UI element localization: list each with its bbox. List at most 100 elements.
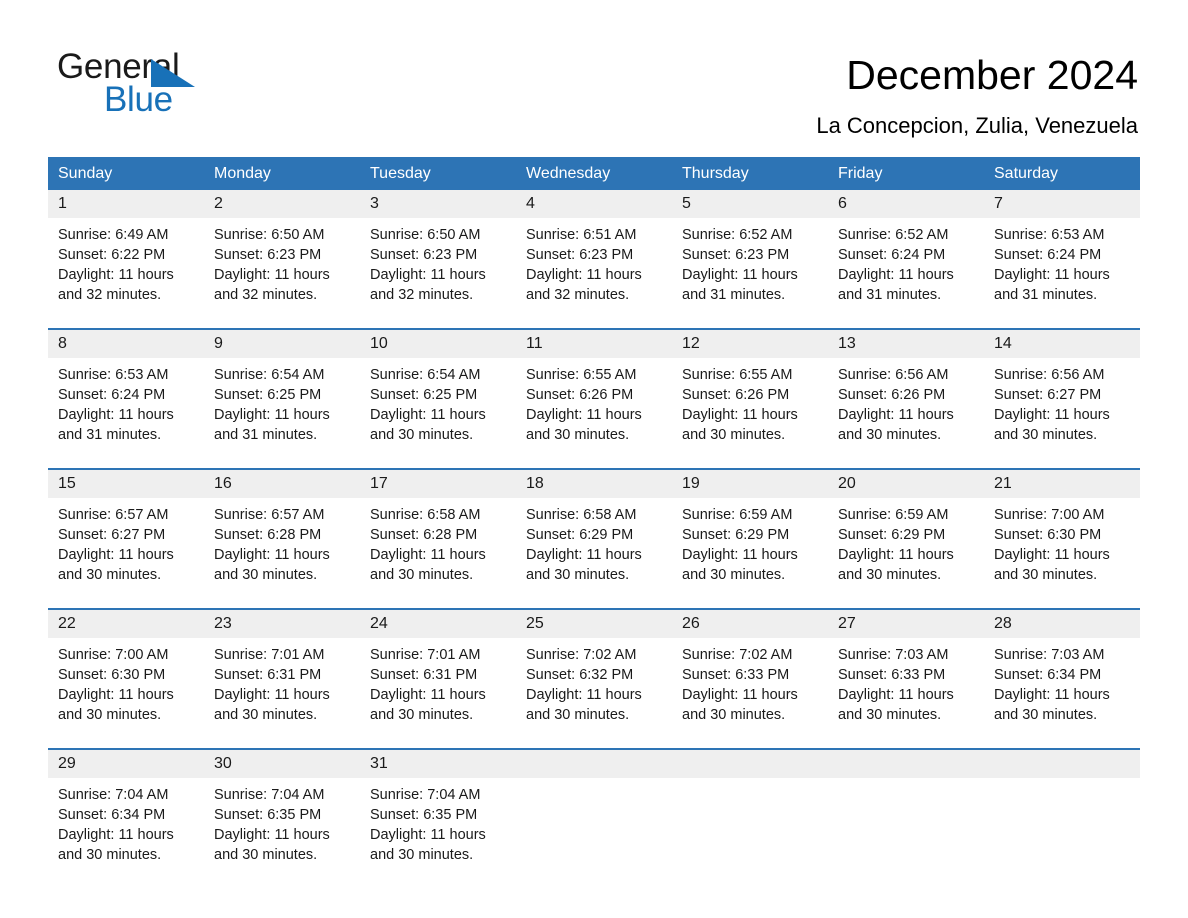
day-number-band: 14 [984, 330, 1140, 358]
calendar-day-cell[interactable]: 4 Sunrise: 6:51 AM Sunset: 6:23 PM Daylight… [516, 190, 672, 309]
calendar-day-cell-empty [516, 750, 672, 869]
day-details: Sunrise: 6:57 AM Sunset: 6:27 PM Daylight:… [48, 498, 204, 589]
day-number: 18 [526, 475, 544, 492]
day-number-band [828, 750, 984, 778]
day-number-band: 9 [204, 330, 360, 358]
sunset-text: Sunset: 6:26 PM [682, 387, 790, 403]
day-details: Sunrise: 7:01 AM Sunset: 6:31 PM Daylight:… [360, 638, 516, 729]
calendar-day-cell-empty [672, 750, 828, 869]
day-number: 1 [58, 195, 67, 212]
sunset-text: Sunset: 6:34 PM [58, 807, 166, 823]
calendar-day-cell[interactable]: 13 Sunrise: 6:56 AM Sunset: 6:26 PM Dayligh… [828, 330, 984, 449]
daylight-text: Daylight: 11 hours and 30 minutes. [58, 687, 174, 723]
calendar-day-cell[interactable]: 15 Sunrise: 6:57 AM Sunset: 6:27 PM Dayligh… [48, 470, 204, 589]
daylight-text: Daylight: 11 hours and 30 minutes. [214, 547, 330, 583]
daylight-text: Daylight: 11 hours and 30 minutes. [370, 827, 486, 863]
calendar-week-row: 15 Sunrise: 6:57 AM Sunset: 6:27 PM Dayligh… [48, 468, 1140, 589]
calendar-day-cell[interactable]: 6 Sunrise: 6:52 AM Sunset: 6:24 PM Daylight… [828, 190, 984, 309]
calendar-day-cell[interactable]: 29 Sunrise: 7:04 AM Sunset: 6:34 PM Dayligh… [48, 750, 204, 869]
day-details: Sunrise: 6:59 AM Sunset: 6:29 PM Daylight:… [828, 498, 984, 589]
sunset-text: Sunset: 6:26 PM [838, 387, 946, 403]
calendar-day-cell[interactable]: 21 Sunrise: 7:00 AM Sunset: 6:30 PM Dayligh… [984, 470, 1140, 589]
day-details [672, 778, 828, 864]
calendar-day-cell[interactable]: 5 Sunrise: 6:52 AM Sunset: 6:23 PM Daylight… [672, 190, 828, 309]
sunrise-text: Sunrise: 6:56 AM [994, 367, 1105, 383]
calendar-day-cell[interactable]: 2 Sunrise: 6:50 AM Sunset: 6:23 PM Daylight… [204, 190, 360, 309]
day-number-band: 3 [360, 190, 516, 218]
day-number-band: 5 [672, 190, 828, 218]
day-number: 25 [526, 615, 544, 632]
weekday-header-sunday: Sunday [58, 165, 113, 182]
day-number-band: 20 [828, 470, 984, 498]
sunrise-text: Sunrise: 6:59 AM [682, 507, 793, 523]
calendar-day-cell[interactable]: 27 Sunrise: 7:03 AM Sunset: 6:33 PM Dayligh… [828, 610, 984, 729]
sunset-text: Sunset: 6:30 PM [994, 527, 1102, 543]
day-number-band: 26 [672, 610, 828, 638]
sunrise-text: Sunrise: 7:03 AM [994, 647, 1105, 663]
calendar-day-cell[interactable]: 3 Sunrise: 6:50 AM Sunset: 6:23 PM Daylight… [360, 190, 516, 309]
calendar-day-cell[interactable]: 17 Sunrise: 6:58 AM Sunset: 6:28 PM Dayligh… [360, 470, 516, 589]
sunrise-text: Sunrise: 6:50 AM [214, 227, 325, 243]
calendar-day-cell[interactable]: 25 Sunrise: 7:02 AM Sunset: 6:32 PM Dayligh… [516, 610, 672, 729]
daylight-text: Daylight: 11 hours and 30 minutes. [838, 547, 954, 583]
day-number: 3 [370, 195, 379, 212]
calendar-day-cell[interactable]: 30 Sunrise: 7:04 AM Sunset: 6:35 PM Dayligh… [204, 750, 360, 869]
logo-text-blue: Blue [104, 80, 173, 119]
sunset-text: Sunset: 6:34 PM [994, 667, 1102, 683]
day-number-band: 15 [48, 470, 204, 498]
calendar-day-cell[interactable]: 20 Sunrise: 6:59 AM Sunset: 6:29 PM Dayligh… [828, 470, 984, 589]
daylight-text: Daylight: 11 hours and 31 minutes. [994, 267, 1110, 303]
day-number: 11 [526, 335, 543, 352]
weekday-header-tuesday: Tuesday [370, 165, 431, 182]
calendar-day-cell[interactable]: 9 Sunrise: 6:54 AM Sunset: 6:25 PM Daylight… [204, 330, 360, 449]
day-details: Sunrise: 6:56 AM Sunset: 6:26 PM Daylight:… [828, 358, 984, 449]
day-number-band: 29 [48, 750, 204, 778]
calendar-day-cell[interactable]: 10 Sunrise: 6:54 AM Sunset: 6:25 PM Dayligh… [360, 330, 516, 449]
calendar-day-cell[interactable]: 11 Sunrise: 6:55 AM Sunset: 6:26 PM Dayligh… [516, 330, 672, 449]
day-number-band: 4 [516, 190, 672, 218]
daylight-text: Daylight: 11 hours and 31 minutes. [214, 407, 330, 443]
calendar-day-cell-empty [984, 750, 1140, 869]
day-number: 28 [994, 615, 1012, 632]
day-number: 20 [838, 475, 856, 492]
sunset-text: Sunset: 6:28 PM [370, 527, 478, 543]
sunrise-text: Sunrise: 6:49 AM [58, 227, 169, 243]
calendar-day-cell[interactable]: 1 Sunrise: 6:49 AM Sunset: 6:22 PM Daylight… [48, 190, 204, 309]
calendar-day-cell[interactable]: 16 Sunrise: 6:57 AM Sunset: 6:28 PM Dayligh… [204, 470, 360, 589]
calendar-day-cell[interactable]: 14 Sunrise: 6:56 AM Sunset: 6:27 PM Dayligh… [984, 330, 1140, 449]
sunrise-text: Sunrise: 7:04 AM [214, 787, 325, 803]
sunset-text: Sunset: 6:24 PM [838, 247, 946, 263]
day-details: Sunrise: 6:52 AM Sunset: 6:24 PM Daylight:… [828, 218, 984, 309]
day-details [828, 778, 984, 864]
sunset-text: Sunset: 6:28 PM [214, 527, 322, 543]
calendar-day-cell[interactable]: 24 Sunrise: 7:01 AM Sunset: 6:31 PM Dayligh… [360, 610, 516, 729]
day-number-band [516, 750, 672, 778]
calendar-page: General Blue December 2024 La Concepcion… [0, 0, 1188, 918]
calendar-day-cell[interactable]: 28 Sunrise: 7:03 AM Sunset: 6:34 PM Dayligh… [984, 610, 1140, 729]
calendar-day-cell[interactable]: 22 Sunrise: 7:00 AM Sunset: 6:30 PM Dayligh… [48, 610, 204, 729]
sunset-text: Sunset: 6:23 PM [370, 247, 478, 263]
daylight-text: Daylight: 11 hours and 30 minutes. [58, 827, 174, 863]
calendar-week-row: 8 Sunrise: 6:53 AM Sunset: 6:24 PM Daylight… [48, 328, 1140, 449]
calendar-day-cell[interactable]: 7 Sunrise: 6:53 AM Sunset: 6:24 PM Daylight… [984, 190, 1140, 309]
sunrise-text: Sunrise: 7:00 AM [994, 507, 1105, 523]
sunset-text: Sunset: 6:22 PM [58, 247, 166, 263]
day-number-band [672, 750, 828, 778]
week-cells: 15 Sunrise: 6:57 AM Sunset: 6:27 PM Dayligh… [48, 470, 1140, 589]
calendar-day-cell[interactable]: 8 Sunrise: 6:53 AM Sunset: 6:24 PM Daylight… [48, 330, 204, 449]
calendar-day-cell[interactable]: 12 Sunrise: 6:55 AM Sunset: 6:26 PM Dayligh… [672, 330, 828, 449]
day-number-band: 16 [204, 470, 360, 498]
week-cells: 8 Sunrise: 6:53 AM Sunset: 6:24 PM Daylight… [48, 330, 1140, 449]
calendar-day-cell[interactable]: 19 Sunrise: 6:59 AM Sunset: 6:29 PM Dayligh… [672, 470, 828, 589]
sunset-text: Sunset: 6:23 PM [526, 247, 634, 263]
day-number: 31 [370, 755, 388, 772]
day-number: 30 [214, 755, 232, 772]
calendar-day-cell[interactable]: 26 Sunrise: 7:02 AM Sunset: 6:33 PM Dayligh… [672, 610, 828, 729]
daylight-text: Daylight: 11 hours and 31 minutes. [838, 267, 954, 303]
calendar-day-cell[interactable]: 18 Sunrise: 6:58 AM Sunset: 6:29 PM Dayligh… [516, 470, 672, 589]
calendar-day-cell[interactable]: 31 Sunrise: 7:04 AM Sunset: 6:35 PM Dayligh… [360, 750, 516, 869]
sunset-text: Sunset: 6:26 PM [526, 387, 634, 403]
sunset-text: Sunset: 6:35 PM [370, 807, 478, 823]
sunrise-text: Sunrise: 6:55 AM [526, 367, 637, 383]
calendar-day-cell[interactable]: 23 Sunrise: 7:01 AM Sunset: 6:31 PM Dayligh… [204, 610, 360, 729]
